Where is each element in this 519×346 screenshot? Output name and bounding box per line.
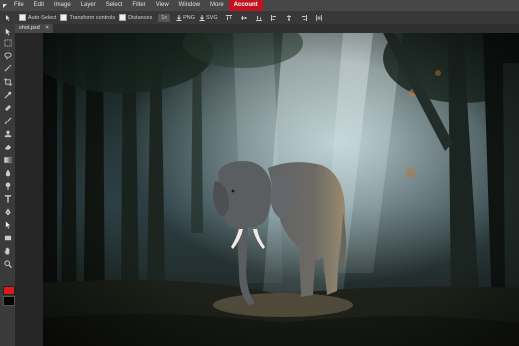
- align-bottom-icon[interactable]: [255, 15, 262, 21]
- dodge-icon[interactable]: [3, 181, 12, 190]
- align-center-icon[interactable]: [286, 14, 292, 21]
- document-tab-bar: shot.psd ✕: [15, 24, 519, 33]
- menu-edit[interactable]: Edit: [29, 0, 49, 11]
- menu-window[interactable]: Window: [174, 0, 205, 11]
- png-label: PNG: [183, 14, 195, 21]
- distribute-icon[interactable]: [315, 14, 322, 21]
- magic-wand-icon[interactable]: [3, 63, 12, 72]
- auto-select-checkbox[interactable]: [19, 14, 26, 21]
- download-icon: [199, 14, 205, 21]
- auto-select-label: Auto-Select: [28, 14, 57, 21]
- pen-icon[interactable]: [3, 207, 12, 216]
- align-top-icon[interactable]: [225, 14, 232, 21]
- download-icon: [176, 14, 182, 21]
- zoom-select[interactable]: 1x: [158, 13, 171, 22]
- blur-icon[interactable]: [3, 168, 12, 177]
- export-svg-button[interactable]: SVG: [199, 14, 218, 21]
- menu-view[interactable]: View: [151, 0, 174, 11]
- transform-controls-option[interactable]: Transform controls: [60, 14, 115, 21]
- toolbox: [0, 24, 16, 346]
- transform-controls-checkbox[interactable]: [60, 14, 68, 21]
- svg-label: SVG: [205, 14, 218, 21]
- distances-checkbox[interactable]: [119, 14, 127, 21]
- align-right-icon[interactable]: [301, 14, 307, 21]
- menu-image[interactable]: Image: [49, 0, 76, 11]
- healing-icon[interactable]: [3, 103, 12, 112]
- distances-option[interactable]: Distances: [119, 14, 152, 21]
- gradient-icon[interactable]: [3, 155, 12, 164]
- move-tool-icon: [6, 14, 10, 21]
- background-color-swatch[interactable]: [3, 296, 15, 306]
- export-png-button[interactable]: PNG: [176, 14, 195, 21]
- move-icon[interactable]: [3, 27, 12, 36]
- menu-layer[interactable]: Layer: [76, 0, 101, 11]
- menu-bar: File Edit Image Layer Select Filter View…: [0, 0, 519, 11]
- document-tab-label: shot.psd: [19, 25, 40, 31]
- foreground-color-swatch[interactable]: [3, 286, 15, 295]
- brush-icon[interactable]: [3, 116, 12, 125]
- align-left-icon[interactable]: [270, 14, 277, 21]
- align-middle-icon[interactable]: [240, 15, 247, 21]
- menu-more[interactable]: More: [205, 0, 229, 11]
- path-select-icon[interactable]: [3, 220, 12, 229]
- menu-file[interactable]: File: [9, 0, 29, 11]
- stamp-icon[interactable]: [3, 129, 12, 138]
- transform-controls-label: Transform controls: [69, 14, 116, 21]
- auto-select-option[interactable]: Auto-Select: [19, 14, 56, 21]
- lasso-icon[interactable]: [3, 51, 12, 60]
- options-bar: Auto-Select Transform controls Distances…: [0, 11, 519, 25]
- eraser-icon[interactable]: [3, 142, 12, 151]
- document-tab[interactable]: shot.psd ✕: [15, 24, 54, 33]
- zoom-icon[interactable]: [3, 259, 12, 268]
- distances-label: Distances: [128, 14, 153, 21]
- marquee-icon[interactable]: [3, 38, 12, 47]
- menu-select[interactable]: Select: [101, 0, 128, 11]
- canvas[interactable]: [43, 33, 519, 346]
- eyedropper-icon[interactable]: [3, 90, 12, 99]
- menu-account[interactable]: Account: [228, 0, 263, 11]
- close-icon[interactable]: ✕: [45, 24, 50, 33]
- logo-icon: [3, 3, 7, 8]
- elephant-photo: [43, 33, 519, 346]
- menu-filter[interactable]: Filter: [127, 0, 150, 11]
- crop-icon[interactable]: [3, 77, 12, 86]
- type-icon[interactable]: [3, 194, 12, 203]
- hand-icon[interactable]: [3, 246, 12, 255]
- shape-icon[interactable]: [3, 233, 12, 242]
- canvas-gutter: [16, 33, 43, 346]
